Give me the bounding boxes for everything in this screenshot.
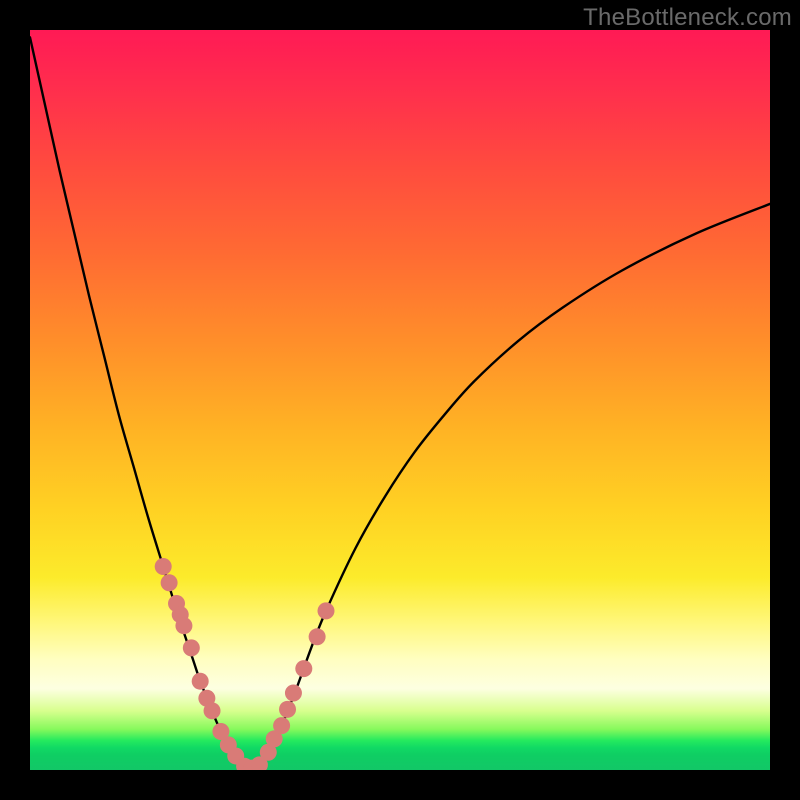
- highlight-dot: [318, 602, 335, 619]
- highlight-dot: [273, 717, 290, 734]
- highlight-dot: [161, 574, 178, 591]
- curve-svg: [30, 30, 770, 770]
- highlight-dot: [309, 628, 326, 645]
- highlight-dot: [155, 558, 172, 575]
- chart-container: TheBottleneck.com: [0, 0, 800, 800]
- highlight-dot: [183, 639, 200, 656]
- highlight-dot: [204, 702, 221, 719]
- highlight-dots: [155, 558, 335, 770]
- highlight-dot: [285, 685, 302, 702]
- highlight-dot: [175, 617, 192, 634]
- watermark-label: TheBottleneck.com: [583, 4, 792, 32]
- highlight-dot: [192, 673, 209, 690]
- highlight-dot: [279, 701, 296, 718]
- highlight-dot: [295, 660, 312, 677]
- bottleneck-curve: [30, 37, 770, 768]
- plot-area: [30, 30, 770, 770]
